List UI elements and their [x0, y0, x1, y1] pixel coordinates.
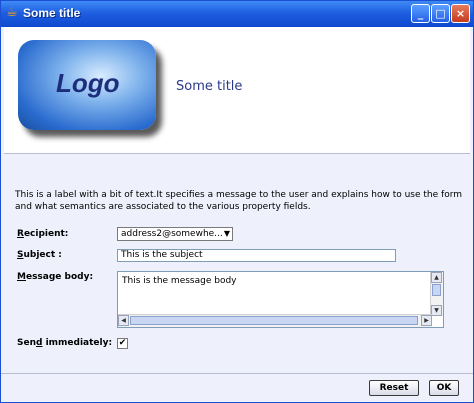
subject-value: This is the subject	[121, 250, 203, 260]
logo-text: Logo	[56, 68, 120, 98]
scroll-down-arrow-icon[interactable]: ▼	[431, 305, 442, 316]
logo: Logo	[18, 40, 156, 130]
scroll-left-arrow-icon[interactable]: ◀	[118, 315, 129, 326]
subject-label-text: ubject :	[23, 250, 62, 260]
scroll-right-arrow-icon[interactable]: ▶	[421, 315, 432, 326]
recipient-label: Recipient:	[17, 229, 68, 239]
scroll-up-arrow-icon[interactable]: ▲	[431, 272, 442, 283]
send-immediately-checkbox[interactable]: ✔	[117, 338, 128, 349]
recipient-value: address2@somewhe...	[121, 229, 223, 239]
send-label-pre: Sen	[17, 338, 36, 348]
subject-label: Subject :	[17, 250, 62, 260]
message-body-value: This is the message body	[122, 276, 237, 286]
send-immediately-label: Send immediately:	[17, 338, 112, 348]
java-cup-icon: ☕	[6, 5, 18, 20]
reset-button[interactable]: Reset	[369, 380, 419, 396]
title-bar[interactable]: ☕ Some title _ □ ×	[1, 1, 473, 27]
window-title: Some title	[23, 6, 81, 20]
header-title: Some title	[176, 79, 243, 94]
horizontal-scroll-thumb[interactable]	[130, 316, 418, 325]
header-panel: Logo Some title	[4, 27, 470, 154]
dropdown-arrow-icon[interactable]: ▼	[224, 228, 230, 240]
send-label-post: immediately:	[42, 338, 113, 348]
message-body-label: Message body:	[17, 272, 93, 282]
recipient-select[interactable]: address2@somewhe... ▼	[117, 227, 233, 241]
recipient-label-text: ecipient:	[23, 229, 69, 239]
close-button[interactable]: ×	[451, 4, 470, 23]
checkmark-icon: ✔	[118, 338, 127, 348]
vertical-scroll-thumb[interactable]	[432, 284, 441, 296]
message-label-text: essage body:	[25, 272, 94, 282]
ok-button[interactable]: OK	[429, 380, 459, 396]
vertical-scrollbar[interactable]: ▲ ▼	[430, 272, 443, 316]
maximize-button[interactable]: □	[431, 4, 450, 23]
message-body-textarea[interactable]: This is the message body ▲ ▼ ◀ ▶	[117, 271, 444, 328]
dialog-window: ☕ Some title _ □ × Logo Some title This …	[0, 0, 474, 403]
horizontal-scrollbar[interactable]: ◀ ▶	[118, 314, 432, 327]
recipient-mnemonic: R	[17, 229, 24, 239]
footer-divider	[1, 373, 473, 374]
subject-field[interactable]: This is the subject	[117, 249, 396, 262]
message-mnemonic: M	[17, 272, 26, 282]
minimize-button[interactable]: _	[411, 4, 430, 23]
description-label: This is a label with a bit of text.It sp…	[15, 190, 463, 212]
